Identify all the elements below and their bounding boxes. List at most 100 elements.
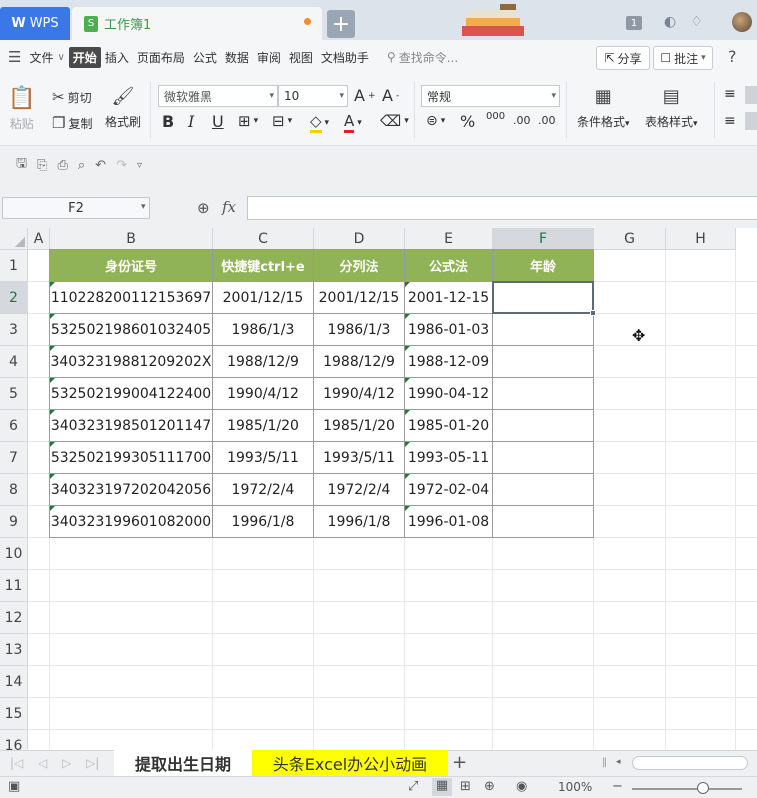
- table-cell[interactable]: 532502199305111700: [50, 442, 213, 474]
- increase-font-button[interactable]: A +: [354, 86, 376, 105]
- row-header-8[interactable]: 8: [0, 474, 28, 506]
- table-cell[interactable]: 110228200112153697: [50, 282, 213, 314]
- undo-icon[interactable]: ↶: [95, 158, 106, 173]
- fullscreen-icon[interactable]: ⤢: [408, 779, 418, 794]
- table-cell[interactable]: 1996/1/8: [213, 506, 314, 538]
- table-header-cell[interactable]: 分列法: [314, 250, 405, 282]
- column-header-d[interactable]: D: [314, 228, 405, 250]
- menu-formulas[interactable]: 公式: [189, 49, 221, 66]
- table-cell[interactable]: 1988-12-09: [405, 346, 493, 378]
- function-icon[interactable]: fx: [222, 198, 236, 216]
- column-header-g[interactable]: G: [594, 228, 666, 250]
- table-cell[interactable]: 1988/12/9: [213, 346, 314, 378]
- row-header-13[interactable]: 13: [0, 634, 28, 666]
- menu-home[interactable]: 开始: [68, 46, 101, 68]
- table-cell[interactable]: 1990/4/12: [314, 378, 405, 410]
- annotate-button[interactable]: ☐ 批注 ▾: [653, 46, 713, 70]
- chevron-down-icon[interactable]: ▾: [141, 202, 146, 212]
- fill-color-button[interactable]: ◇ ▾: [310, 112, 329, 133]
- table-cell[interactable]: 1985/1/20: [213, 410, 314, 442]
- align-middle-button[interactable]: [745, 86, 757, 104]
- increase-decimal-button[interactable]: .00: [513, 114, 531, 127]
- first-sheet-icon[interactable]: |◁: [10, 756, 23, 770]
- menu-view[interactable]: 视图: [285, 49, 317, 66]
- name-box[interactable]: F2: [2, 197, 150, 219]
- table-cell[interactable]: 1990-04-12: [405, 378, 493, 410]
- table-cell[interactable]: [493, 378, 594, 410]
- column-header-e[interactable]: E: [405, 228, 493, 250]
- decrease-font-button[interactable]: A-: [382, 86, 399, 105]
- table-header-cell[interactable]: 身份证号: [50, 250, 213, 282]
- horizontal-scrollbar[interactable]: [632, 756, 748, 770]
- print-icon[interactable]: ⎙: [57, 158, 67, 173]
- underline-button[interactable]: U: [212, 112, 224, 131]
- row-header-4[interactable]: 4: [0, 346, 28, 378]
- table-cell[interactable]: 1988/12/9: [314, 346, 405, 378]
- table-cell[interactable]: [493, 506, 594, 538]
- percent-button[interactable]: %: [460, 112, 475, 131]
- sheet-tab[interactable]: 头条Excel办公小动画: [252, 750, 448, 776]
- row-header-7[interactable]: 7: [0, 442, 28, 474]
- paste-button[interactable]: 📋 粘贴: [8, 86, 35, 132]
- next-sheet-icon[interactable]: ▷: [62, 756, 71, 770]
- table-cell[interactable]: 1993/5/11: [213, 442, 314, 474]
- row-header-16[interactable]: 16: [0, 730, 28, 750]
- table-cell[interactable]: 1972-02-04: [405, 474, 493, 506]
- zoom-level[interactable]: 100%: [558, 780, 592, 794]
- menu-insert[interactable]: 插入: [101, 49, 133, 66]
- table-cell[interactable]: 1985-01-20: [405, 410, 493, 442]
- prev-sheet-icon[interactable]: ◁: [38, 756, 47, 770]
- table-cell[interactable]: 340323197202042056: [50, 474, 213, 506]
- table-cell[interactable]: 532502198601032405: [50, 314, 213, 346]
- table-cell[interactable]: 1972/2/4: [213, 474, 314, 506]
- table-header-cell[interactable]: 快捷键ctrl+e: [213, 250, 314, 282]
- page-layout-view-icon[interactable]: ⊕: [484, 779, 495, 794]
- table-header-cell[interactable]: 公式法: [405, 250, 493, 282]
- menu-file[interactable]: 文件: [25, 49, 57, 66]
- column-header-h[interactable]: H: [666, 228, 736, 250]
- export-icon[interactable]: ⎘: [37, 158, 47, 173]
- select-all-corner[interactable]: [0, 228, 28, 250]
- table-cell[interactable]: 1986-01-03: [405, 314, 493, 346]
- add-sheet-button[interactable]: +: [452, 752, 467, 773]
- chevron-down-icon[interactable]: ∨: [57, 52, 64, 63]
- table-cell[interactable]: 340323199601082000: [50, 506, 213, 538]
- bold-button[interactable]: B: [162, 112, 174, 131]
- number-format-select[interactable]: 常规 ▾: [421, 85, 560, 107]
- row-header-3[interactable]: 3: [0, 314, 28, 346]
- row-header-12[interactable]: 12: [0, 602, 28, 634]
- zoom-icon[interactable]: ⊕: [197, 199, 210, 217]
- table-cell[interactable]: 34032319881209202X: [50, 346, 213, 378]
- fill-handle[interactable]: [590, 310, 596, 316]
- page-break-view-icon[interactable]: ⊞: [460, 779, 471, 794]
- column-header-a[interactable]: A: [28, 228, 50, 250]
- row-header-11[interactable]: 11: [0, 570, 28, 602]
- clear-button[interactable]: ⌫ ▾: [380, 112, 409, 130]
- font-name-select[interactable]: 微软雅黑 ▾: [158, 85, 278, 107]
- borders-button[interactable]: ⊞ ▾: [238, 112, 258, 130]
- scroll-left-icon[interactable]: ◂: [616, 757, 621, 767]
- avatar[interactable]: [732, 12, 752, 32]
- last-sheet-icon[interactable]: ▷|: [86, 756, 99, 770]
- align-left-button[interactable]: ≡: [724, 113, 736, 129]
- table-cell[interactable]: 1996/1/8: [314, 506, 405, 538]
- spreadsheet-grid[interactable]: ABCDEFGH 1 2 3 4 5 6 7 8 9 10 11 12 13 14 15 16 身份证号 快捷键…: [0, 228, 757, 750]
- copy-button[interactable]: ❐ 复制: [52, 114, 92, 132]
- table-cell[interactable]: 2001-12-15: [405, 282, 493, 314]
- eye-protection-icon[interactable]: ◉: [516, 779, 527, 794]
- wps-home-tab[interactable]: W WPS: [0, 7, 70, 40]
- column-header-f[interactable]: F: [493, 228, 594, 250]
- menu-icon[interactable]: ☰: [8, 48, 21, 66]
- row-header-5[interactable]: 5: [0, 378, 28, 410]
- font-color-button[interactable]: A ▾: [344, 112, 362, 133]
- align-top-button[interactable]: ≡: [724, 86, 736, 102]
- merge-button[interactable]: ⊟ ▾: [272, 112, 292, 130]
- table-cell[interactable]: 1993/5/11: [314, 442, 405, 474]
- decrease-decimal-button[interactable]: .00: [538, 114, 556, 127]
- macro-icon[interactable]: ▣: [8, 779, 20, 794]
- customize-icon[interactable]: ▿: [137, 160, 142, 171]
- table-style-button[interactable]: ▤ 表格样式▾: [645, 86, 698, 130]
- share-button[interactable]: ⇱ 分享: [596, 46, 650, 70]
- menu-doc-assistant[interactable]: 文档助手: [317, 49, 373, 66]
- table-cell[interactable]: 1986/1/3: [314, 314, 405, 346]
